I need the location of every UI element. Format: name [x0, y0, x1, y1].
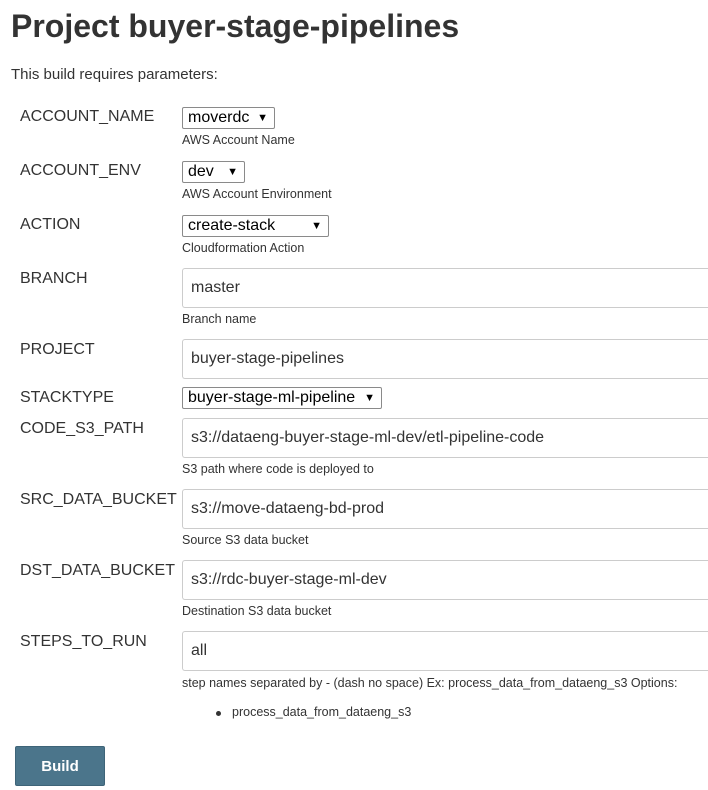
dropdown-arrow-icon: ▼ [227, 166, 238, 178]
code-s3-path-input[interactable] [182, 418, 708, 458]
bullet-icon [216, 711, 221, 716]
param-label-src-data-bucket: SRC_DATA_BUCKET [20, 491, 177, 508]
param-desc-src-data-bucket: Source S3 data bucket [182, 533, 309, 547]
param-label-steps-to-run: STEPS_TO_RUN [20, 633, 147, 650]
build-button[interactable]: Build [15, 746, 105, 786]
param-label-code-s3-path: CODE_S3_PATH [20, 420, 144, 437]
account-name-select[interactable]: moverdc ▼ [182, 107, 275, 129]
param-desc-account-name: AWS Account Name [182, 133, 295, 147]
dropdown-arrow-icon: ▼ [257, 112, 268, 124]
dropdown-arrow-icon: ▼ [311, 220, 322, 232]
param-desc-account-env: AWS Account Environment [182, 187, 332, 201]
src-data-bucket-input[interactable] [182, 489, 708, 529]
param-label-dst-data-bucket: DST_DATA_BUCKET [20, 562, 175, 579]
param-desc-action: Cloudformation Action [182, 241, 305, 255]
param-desc-dst-data-bucket: Destination S3 data bucket [182, 604, 332, 618]
param-label-branch: BRANCH [20, 270, 88, 287]
action-select-value: create-stack [188, 217, 276, 234]
account-name-select-value: moverdc [188, 109, 250, 126]
param-label-account-env: ACCOUNT_ENV [20, 162, 141, 179]
page-title: Project buyer-stage-pipelines [11, 8, 460, 44]
dst-data-bucket-input[interactable] [182, 560, 708, 600]
account-env-select-value: dev [188, 163, 214, 180]
action-select[interactable]: create-stack ▼ [182, 215, 329, 237]
param-label-stacktype: STACKTYPE [20, 389, 114, 406]
param-label-action: ACTION [20, 216, 81, 233]
param-label-project: PROJECT [20, 341, 95, 358]
steps-to-run-input[interactable] [182, 631, 708, 671]
stacktype-select[interactable]: buyer-stage-ml-pipeline ▼ [182, 387, 382, 409]
steps-option-item: process_data_from_dataeng_s3 [232, 705, 412, 719]
param-desc-steps-to-run: step names separated by - (dash no space… [182, 676, 678, 690]
page-subtitle: This build requires parameters: [11, 66, 218, 83]
param-desc-branch: Branch name [182, 312, 257, 326]
dropdown-arrow-icon: ▼ [364, 392, 375, 404]
branch-input[interactable] [182, 268, 708, 308]
project-input[interactable] [182, 339, 708, 379]
account-env-select[interactable]: dev ▼ [182, 161, 245, 183]
stacktype-select-value: buyer-stage-ml-pipeline [188, 389, 356, 406]
param-label-account-name: ACCOUNT_NAME [20, 108, 155, 125]
param-desc-code-s3-path: S3 path where code is deployed to [182, 462, 374, 476]
